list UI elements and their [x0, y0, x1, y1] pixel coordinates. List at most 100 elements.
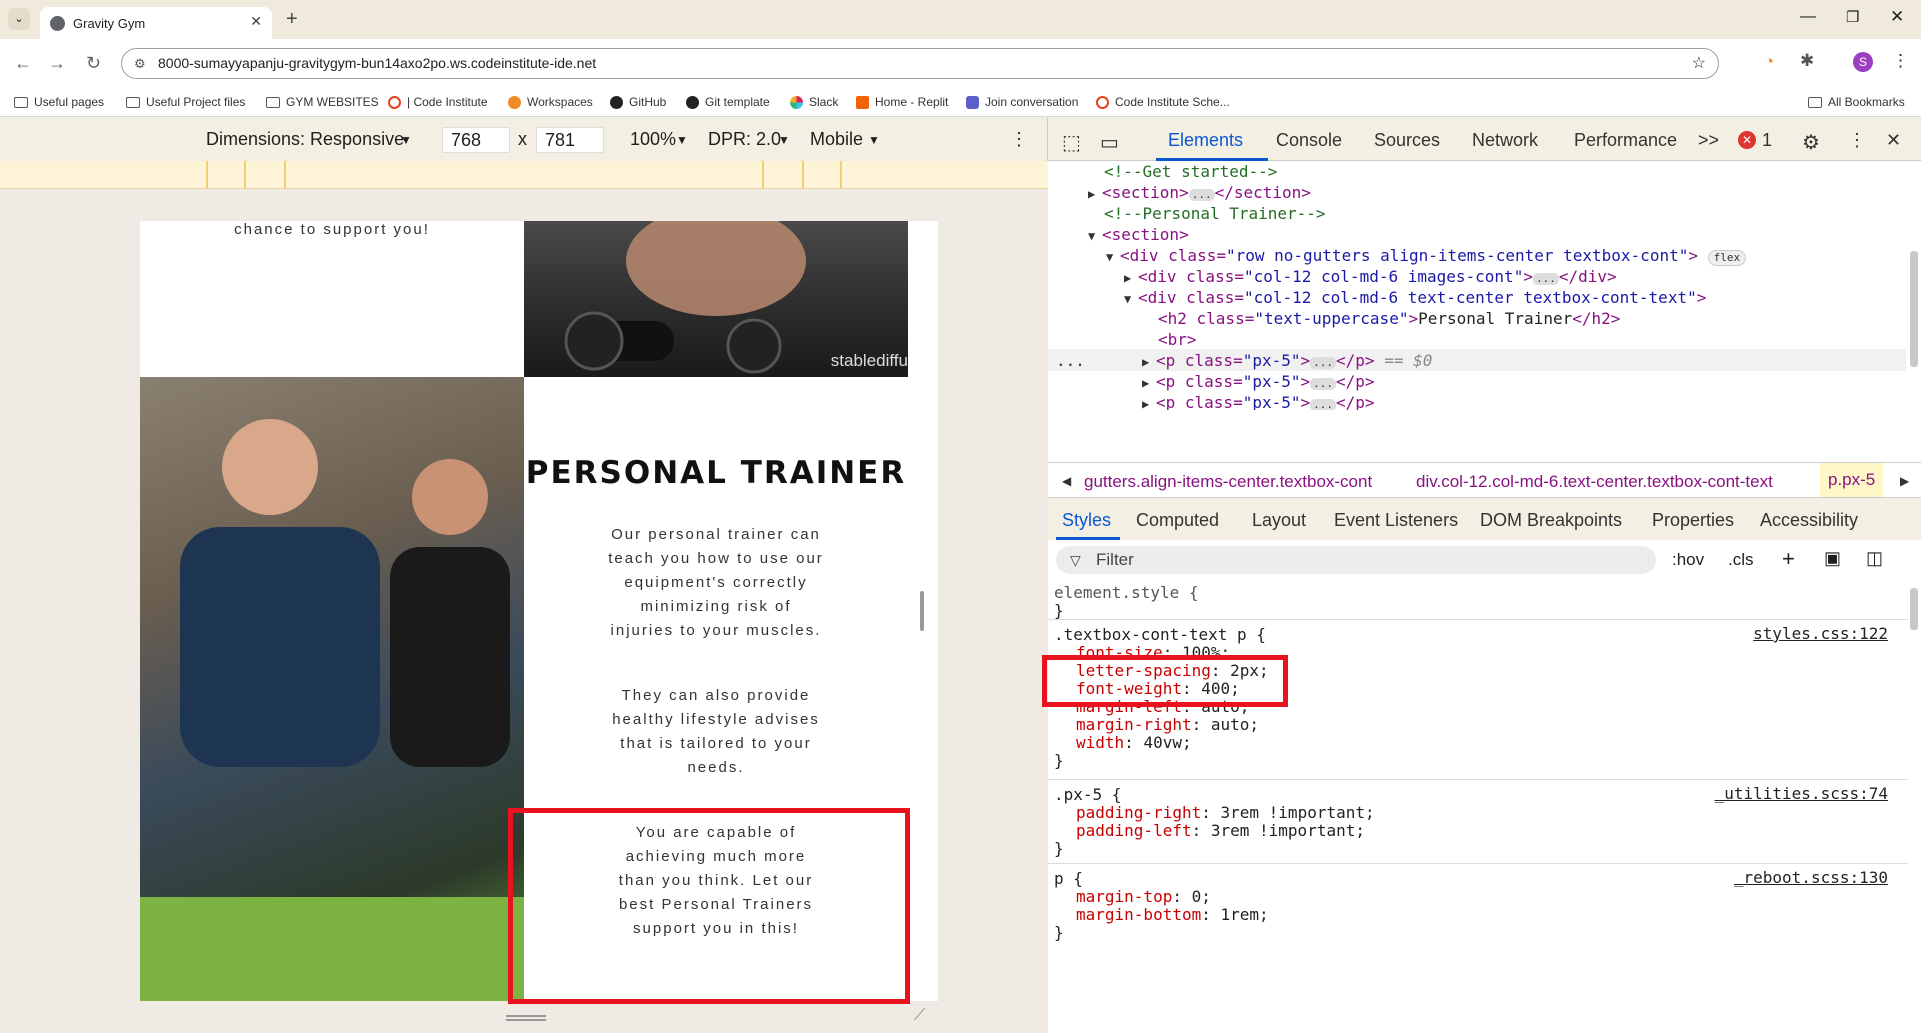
tab-search-icon[interactable]: ⌄	[8, 8, 30, 30]
tab-sources[interactable]: Sources	[1374, 130, 1440, 151]
subtab-event-listeners[interactable]: Event Listeners	[1334, 510, 1458, 531]
resize-handle-bottom[interactable]	[506, 1015, 546, 1021]
reload-icon[interactable]: ↻	[86, 53, 101, 74]
close-window-icon[interactable]: ✕	[1890, 7, 1904, 27]
rule-source-link[interactable]: _utilities.scss:74	[1715, 784, 1888, 803]
style-declaration[interactable]: margin-bottom: 1rem;	[1076, 904, 1269, 926]
breadcrumb-scroll-left-icon[interactable]: ◀	[1062, 474, 1071, 488]
class-toggle[interactable]: .cls	[1728, 550, 1754, 570]
subtab-layout[interactable]: Layout	[1252, 510, 1306, 531]
styles-scrollbar[interactable]	[1910, 588, 1918, 630]
menu-icon[interactable]: ⋮	[1892, 51, 1909, 71]
bookmark-join-conversation[interactable]: Join conversation	[966, 95, 1078, 109]
bookmark-code-institute[interactable]: | Code Institute	[388, 95, 488, 109]
collapse-arrow-icon[interactable]: ▼	[1106, 244, 1120, 270]
expand-arrow-icon[interactable]: ▶	[1088, 181, 1102, 207]
zoom-select[interactable]: 100%	[630, 129, 676, 150]
minimize-icon[interactable]: —	[1800, 8, 1816, 26]
tab-network[interactable]: Network	[1472, 130, 1538, 151]
subtab-styles[interactable]: Styles	[1062, 510, 1111, 531]
devtools-menu-icon[interactable]: ⋮	[1848, 130, 1866, 151]
bookmark-code-institute-schedule[interactable]: Code Institute Sche...	[1096, 95, 1230, 109]
address-bar[interactable]: ⚙ 8000-sumayyapanju-gravitygym-bun14axo2…	[121, 48, 1719, 79]
site-info-icon[interactable]: ⚙	[134, 49, 146, 78]
puzzle-icon[interactable]: ✱	[1800, 51, 1814, 71]
expand-arrow-icon[interactable]: ▶	[1142, 391, 1156, 410]
more-options-icon[interactable]: ⋮	[1010, 129, 1028, 150]
error-icon[interactable]: ✕	[1738, 131, 1756, 149]
breakpoint-marker[interactable]	[802, 161, 804, 189]
more-tabs-icon[interactable]: >>	[1698, 130, 1719, 151]
bookmark-github[interactable]: GitHub	[610, 95, 666, 109]
style-declaration[interactable]: width: 40vw;	[1076, 732, 1192, 754]
device-mode-select[interactable]: Mobile	[810, 129, 863, 150]
styles-filter-input[interactable]: ▽ Filter	[1056, 546, 1656, 574]
forward-icon[interactable]: →	[48, 53, 66, 74]
tab-performance[interactable]: Performance	[1574, 130, 1677, 151]
subtab-accessibility[interactable]: Accessibility	[1760, 510, 1858, 531]
error-count[interactable]: 1	[1762, 130, 1772, 151]
breadcrumb-item[interactable]: gutters.align-items-center.textbox-cont	[1084, 472, 1372, 492]
flex-badge[interactable]: flex	[1707, 250, 1747, 266]
breakpoint-marker[interactable]	[206, 161, 208, 189]
tab-elements[interactable]: Elements	[1168, 130, 1243, 151]
dom-scrollbar[interactable]	[1910, 251, 1918, 367]
rule-source-link[interactable]: styles.css:122	[1753, 624, 1888, 643]
device-toggle-icon[interactable]: ▭	[1100, 130, 1119, 155]
subtab-dom-breakpoints[interactable]: DOM Breakpoints	[1480, 510, 1622, 531]
paint-roller-icon[interactable]: ▣	[1824, 548, 1841, 569]
new-tab-button[interactable]: +	[286, 8, 298, 31]
ellipsis-badge[interactable]: ...	[1532, 273, 1559, 285]
collapse-arrow-icon[interactable]: ▼	[1088, 223, 1102, 249]
rule-source-link[interactable]: _reboot.scss:130	[1734, 868, 1888, 887]
bookmark-workspaces[interactable]: Workspaces	[508, 95, 593, 109]
close-tab-icon[interactable]: ✕	[250, 13, 262, 30]
ellipsis-badge[interactable]: ...	[1310, 399, 1337, 410]
bookmark-useful-pages[interactable]: Useful pages	[14, 95, 104, 109]
ellipsis-badge[interactable]: ...	[1310, 378, 1337, 390]
breakpoint-marker[interactable]	[284, 161, 286, 189]
bookmark-git-template[interactable]: Git template	[686, 95, 770, 109]
breadcrumb-scroll-right-icon[interactable]: ▶	[1900, 474, 1909, 488]
ellipsis-badge[interactable]: ...	[1310, 357, 1337, 369]
media-query-bar[interactable]	[0, 161, 1048, 189]
restore-icon[interactable]: ❐	[1846, 8, 1859, 26]
inspect-element-icon[interactable]: ⬚	[1062, 130, 1081, 155]
height-input[interactable]: 781	[536, 127, 604, 153]
resize-corner-icon[interactable]: ⟋	[914, 1007, 925, 1025]
bookmark-gym-websites[interactable]: GYM WEBSITES	[266, 95, 379, 109]
style-declaration[interactable]: padding-left: 3rem !important;	[1076, 820, 1365, 842]
close-devtools-icon[interactable]: ✕	[1886, 130, 1901, 151]
browser-tab[interactable]: Gravity Gym ✕	[40, 7, 272, 39]
width-input[interactable]: 768	[442, 127, 510, 153]
breakpoint-marker[interactable]	[762, 161, 764, 189]
ellipsis-badge[interactable]: ...	[1188, 189, 1215, 201]
subtab-computed[interactable]: Computed	[1136, 510, 1219, 531]
dom-node-p[interactable]: ▶ <p class="px-5">... </p>	[1142, 390, 1375, 410]
row-actions-icon[interactable]: ...	[1056, 348, 1085, 374]
tab-console[interactable]: Console	[1276, 130, 1342, 151]
avatar[interactable]: S	[1853, 52, 1873, 72]
back-icon[interactable]: ←	[14, 53, 32, 74]
breakpoint-marker[interactable]	[840, 161, 842, 189]
rule-selector[interactable]: element.style {	[1054, 582, 1199, 604]
settings-gear-icon[interactable]: ⚙	[1802, 130, 1820, 155]
breakpoint-marker[interactable]	[244, 161, 246, 189]
breadcrumb-item-active[interactable]: p.px-5	[1820, 463, 1884, 497]
breadcrumb-item[interactable]: div.col-12.col-md-6.text-center.textbox-…	[1416, 472, 1773, 492]
extension-icon[interactable]: ◔	[1764, 52, 1774, 72]
sidebar-toggle-icon[interactable]: ◫	[1866, 548, 1883, 569]
hover-state-toggle[interactable]: :hov	[1672, 550, 1704, 570]
dimensions-select[interactable]: Dimensions: Responsive	[206, 129, 404, 150]
dpr-select[interactable]: DPR: 2.0	[708, 129, 781, 150]
all-bookmarks[interactable]: All Bookmarks	[1808, 95, 1905, 109]
subtab-properties[interactable]: Properties	[1652, 510, 1734, 531]
collapse-arrow-icon[interactable]: ▼	[1124, 286, 1138, 312]
dom-node-h2[interactable]: <h2 class="text-uppercase">Personal Trai…	[1158, 306, 1620, 332]
bookmark-slack[interactable]: Slack	[790, 95, 838, 109]
bookmark-replit[interactable]: Home - Replit	[856, 95, 948, 109]
resize-handle-right[interactable]	[920, 591, 924, 631]
bookmark-star-icon[interactable]: ☆	[1692, 49, 1706, 78]
new-style-rule-icon[interactable]: +	[1782, 546, 1795, 572]
bookmark-useful-project-files[interactable]: Useful Project files	[126, 95, 245, 109]
